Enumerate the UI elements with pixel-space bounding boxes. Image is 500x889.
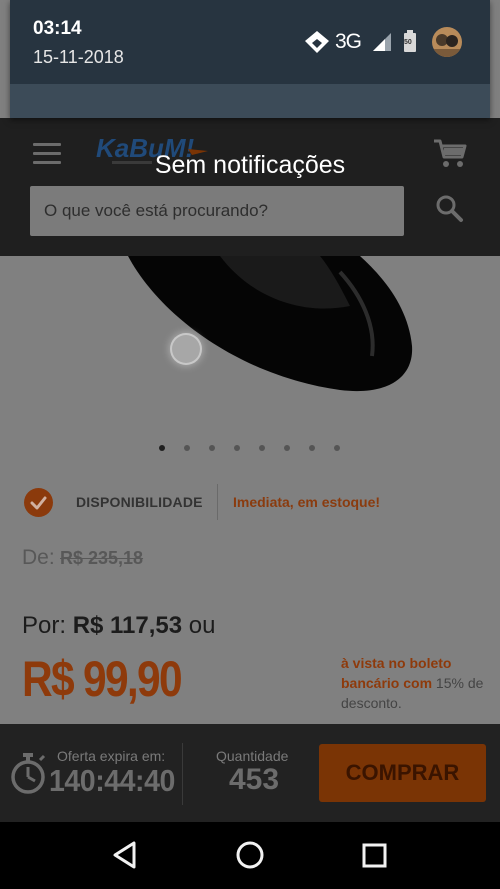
availability-label: DISPONIBILIDADE	[76, 494, 203, 510]
divider	[182, 743, 183, 805]
boleto-text-accent: à vista no boleto bancário com	[341, 655, 452, 691]
offer-countdown: 140:44:40	[49, 763, 175, 798]
carousel-dot[interactable]	[309, 445, 315, 451]
touch-indicator	[172, 335, 200, 363]
boleto-discount-text: à vista no boleto bancário com 15% de de…	[341, 653, 491, 713]
recent-apps-icon[interactable]	[358, 838, 390, 872]
date: 15-11-2018	[33, 47, 124, 67]
carousel-dot[interactable]	[259, 445, 265, 451]
quantity-value: 453	[229, 763, 280, 796]
product-page: KaBuM! DISPONIBILIDA	[0, 0, 500, 889]
carousel-dot[interactable]	[209, 445, 215, 451]
user-avatar[interactable]	[432, 27, 462, 57]
old-price-value: R$ 235,18	[60, 548, 144, 568]
battery-level: 50	[404, 39, 412, 46]
home-icon[interactable]	[234, 838, 266, 872]
notification-shade[interactable]: 03:14 15-11-2018	[10, 0, 490, 118]
price-line: Por: R$ 117,53 ou	[22, 612, 216, 640]
carousel-dot[interactable]	[334, 445, 340, 451]
network-type: 3G	[335, 30, 362, 53]
quantity-label: Quantidade	[216, 748, 289, 764]
carousel-dot[interactable]	[184, 445, 190, 451]
check-circle-icon	[24, 488, 53, 517]
old-price-label: De:	[22, 546, 55, 569]
search-input[interactable]	[30, 186, 404, 236]
image-carousel-dots[interactable]	[150, 442, 350, 454]
carousel-dot[interactable]	[284, 445, 290, 451]
stopwatch-icon	[9, 751, 47, 795]
price-value: R$ 117,53	[72, 612, 183, 639]
cash-price: R$ 99,90	[22, 651, 183, 707]
offer-expire-label: Oferta expira em:	[57, 748, 166, 764]
clock: 03:14	[33, 18, 82, 39]
search-field[interactable]	[30, 186, 404, 236]
wifi-icon	[305, 31, 329, 53]
back-icon[interactable]	[110, 838, 142, 872]
carousel-dot[interactable]	[234, 445, 240, 451]
search-icon[interactable]	[434, 193, 466, 225]
availability-value: Imediata, em estoque!	[233, 494, 381, 510]
price-suffix: ou	[188, 612, 216, 639]
signal-icon	[373, 33, 391, 51]
divider	[217, 484, 218, 520]
price-prefix: Por:	[22, 612, 67, 639]
product-image[interactable]	[100, 256, 430, 416]
carousel-dot[interactable]	[159, 445, 165, 451]
no-notifications-message: Sem notificações	[154, 151, 346, 179]
buy-button[interactable]: COMPRAR	[319, 744, 486, 802]
